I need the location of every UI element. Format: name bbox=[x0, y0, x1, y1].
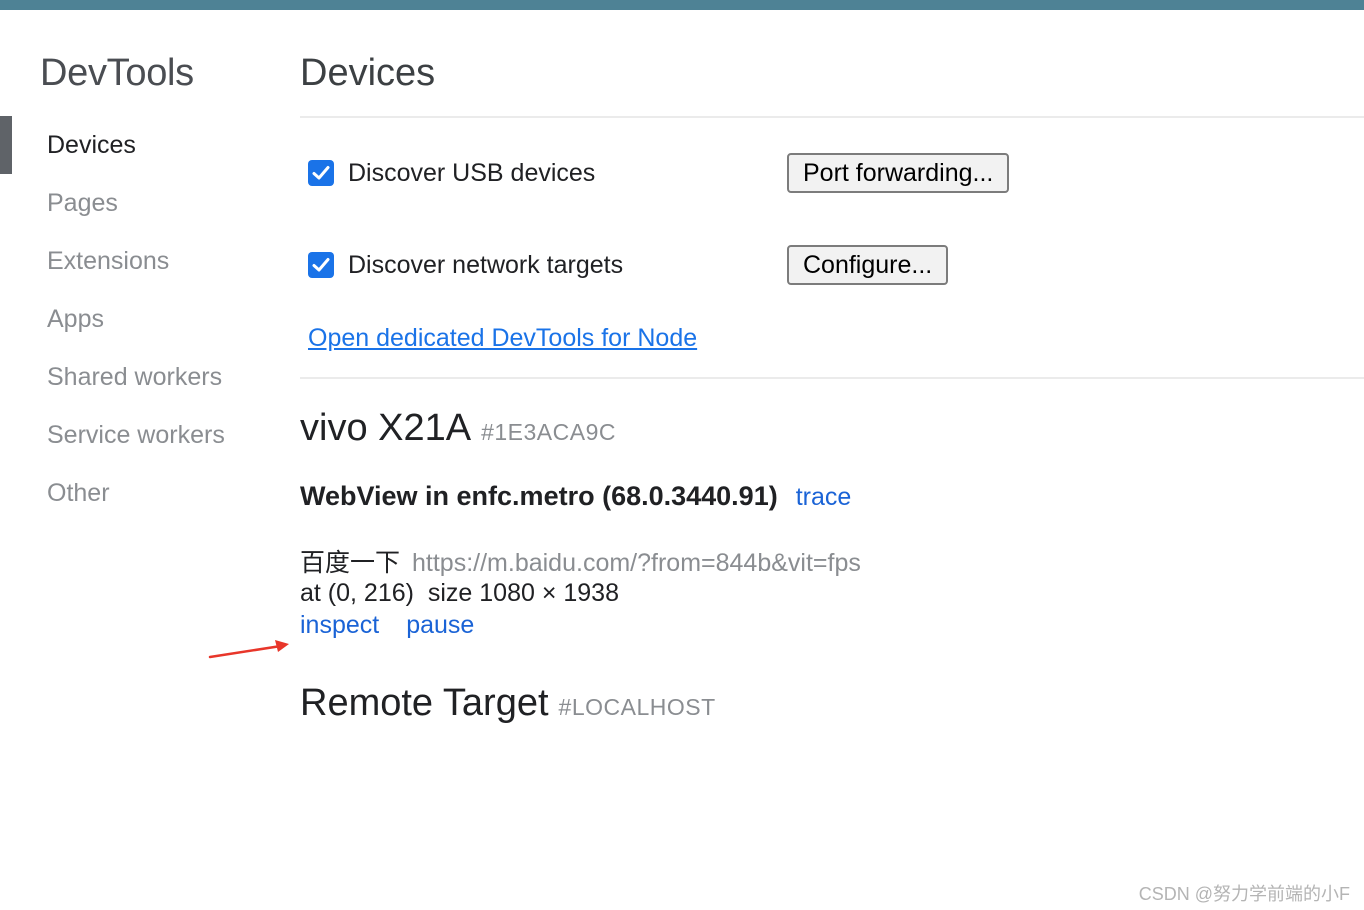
pause-link[interactable]: pause bbox=[406, 611, 474, 639]
sidebar-item-apps[interactable]: Apps bbox=[47, 300, 225, 358]
device-header: vivo X21A #1E3ACA9C bbox=[300, 407, 616, 450]
device-serial: #1E3ACA9C bbox=[481, 419, 617, 445]
sidebar-title: DevTools bbox=[40, 52, 194, 94]
browser-name: WebView in enfc.metro (68.0.3440.91) bbox=[300, 481, 778, 511]
remote-page-position: at (0, 216) bbox=[300, 579, 414, 607]
sidebar-item-pages[interactable]: Pages bbox=[47, 184, 225, 242]
discover-network-label: Discover network targets bbox=[348, 250, 624, 279]
remote-target-header: Remote Target #LOCALHOST bbox=[300, 682, 716, 725]
remote-target-tag: #LOCALHOST bbox=[558, 694, 716, 720]
remote-page-title: 百度一下 bbox=[300, 549, 401, 577]
discover-usb-checkbox[interactable] bbox=[308, 160, 334, 186]
discover-usb-label: Discover USB devices bbox=[348, 158, 596, 187]
annotation-arrow-icon bbox=[208, 640, 289, 659]
watermark: CSDN @努力学前端的小F bbox=[1138, 884, 1350, 904]
discover-network-option[interactable]: Discover network targets bbox=[308, 250, 623, 280]
sidebar-item-service-workers[interactable]: Service workers bbox=[47, 416, 225, 474]
configure-button[interactable]: Configure... bbox=[787, 245, 949, 285]
page-title: Devices bbox=[300, 52, 436, 94]
remote-page-geometry: at (0, 216) size 1080 × 1938 bbox=[300, 579, 619, 608]
remote-page-actions: inspect pause bbox=[300, 611, 501, 640]
active-nav-indicator bbox=[0, 116, 12, 174]
trace-link[interactable]: trace bbox=[796, 483, 852, 511]
section-divider bbox=[300, 377, 1364, 379]
sidebar-item-shared-workers[interactable]: Shared workers bbox=[47, 358, 225, 416]
open-node-devtools-link[interactable]: Open dedicated DevTools for Node bbox=[308, 324, 697, 353]
device-name: vivo X21A bbox=[300, 407, 472, 449]
checkmark-icon bbox=[312, 166, 330, 180]
sidebar-item-extensions[interactable]: Extensions bbox=[47, 242, 225, 300]
remote-target-name: Remote Target bbox=[300, 682, 549, 724]
sidebar-nav: Devices Pages Extensions Apps Shared wor… bbox=[47, 126, 225, 532]
port-forwarding-button[interactable]: Port forwarding... bbox=[787, 153, 1010, 193]
checkmark-icon bbox=[312, 258, 330, 272]
browser-header: WebView in enfc.metro (68.0.3440.91) trac… bbox=[300, 481, 851, 512]
remote-page-row: 百度一下 https://m.baidu.com/?from=844b&vit=f… bbox=[300, 543, 861, 579]
sidebar-item-devices[interactable]: Devices bbox=[47, 126, 225, 184]
sidebar-item-other[interactable]: Other bbox=[47, 474, 225, 532]
remote-page-url: https://m.baidu.com/?from=844b&vit=fps bbox=[412, 549, 861, 577]
discover-network-checkbox[interactable] bbox=[308, 252, 334, 278]
window-top-bar bbox=[0, 0, 1364, 10]
section-divider bbox=[300, 116, 1364, 118]
remote-page-size: size 1080 × 1938 bbox=[427, 579, 619, 607]
discover-usb-option[interactable]: Discover USB devices bbox=[308, 158, 595, 188]
inspect-link[interactable]: inspect bbox=[300, 611, 379, 639]
